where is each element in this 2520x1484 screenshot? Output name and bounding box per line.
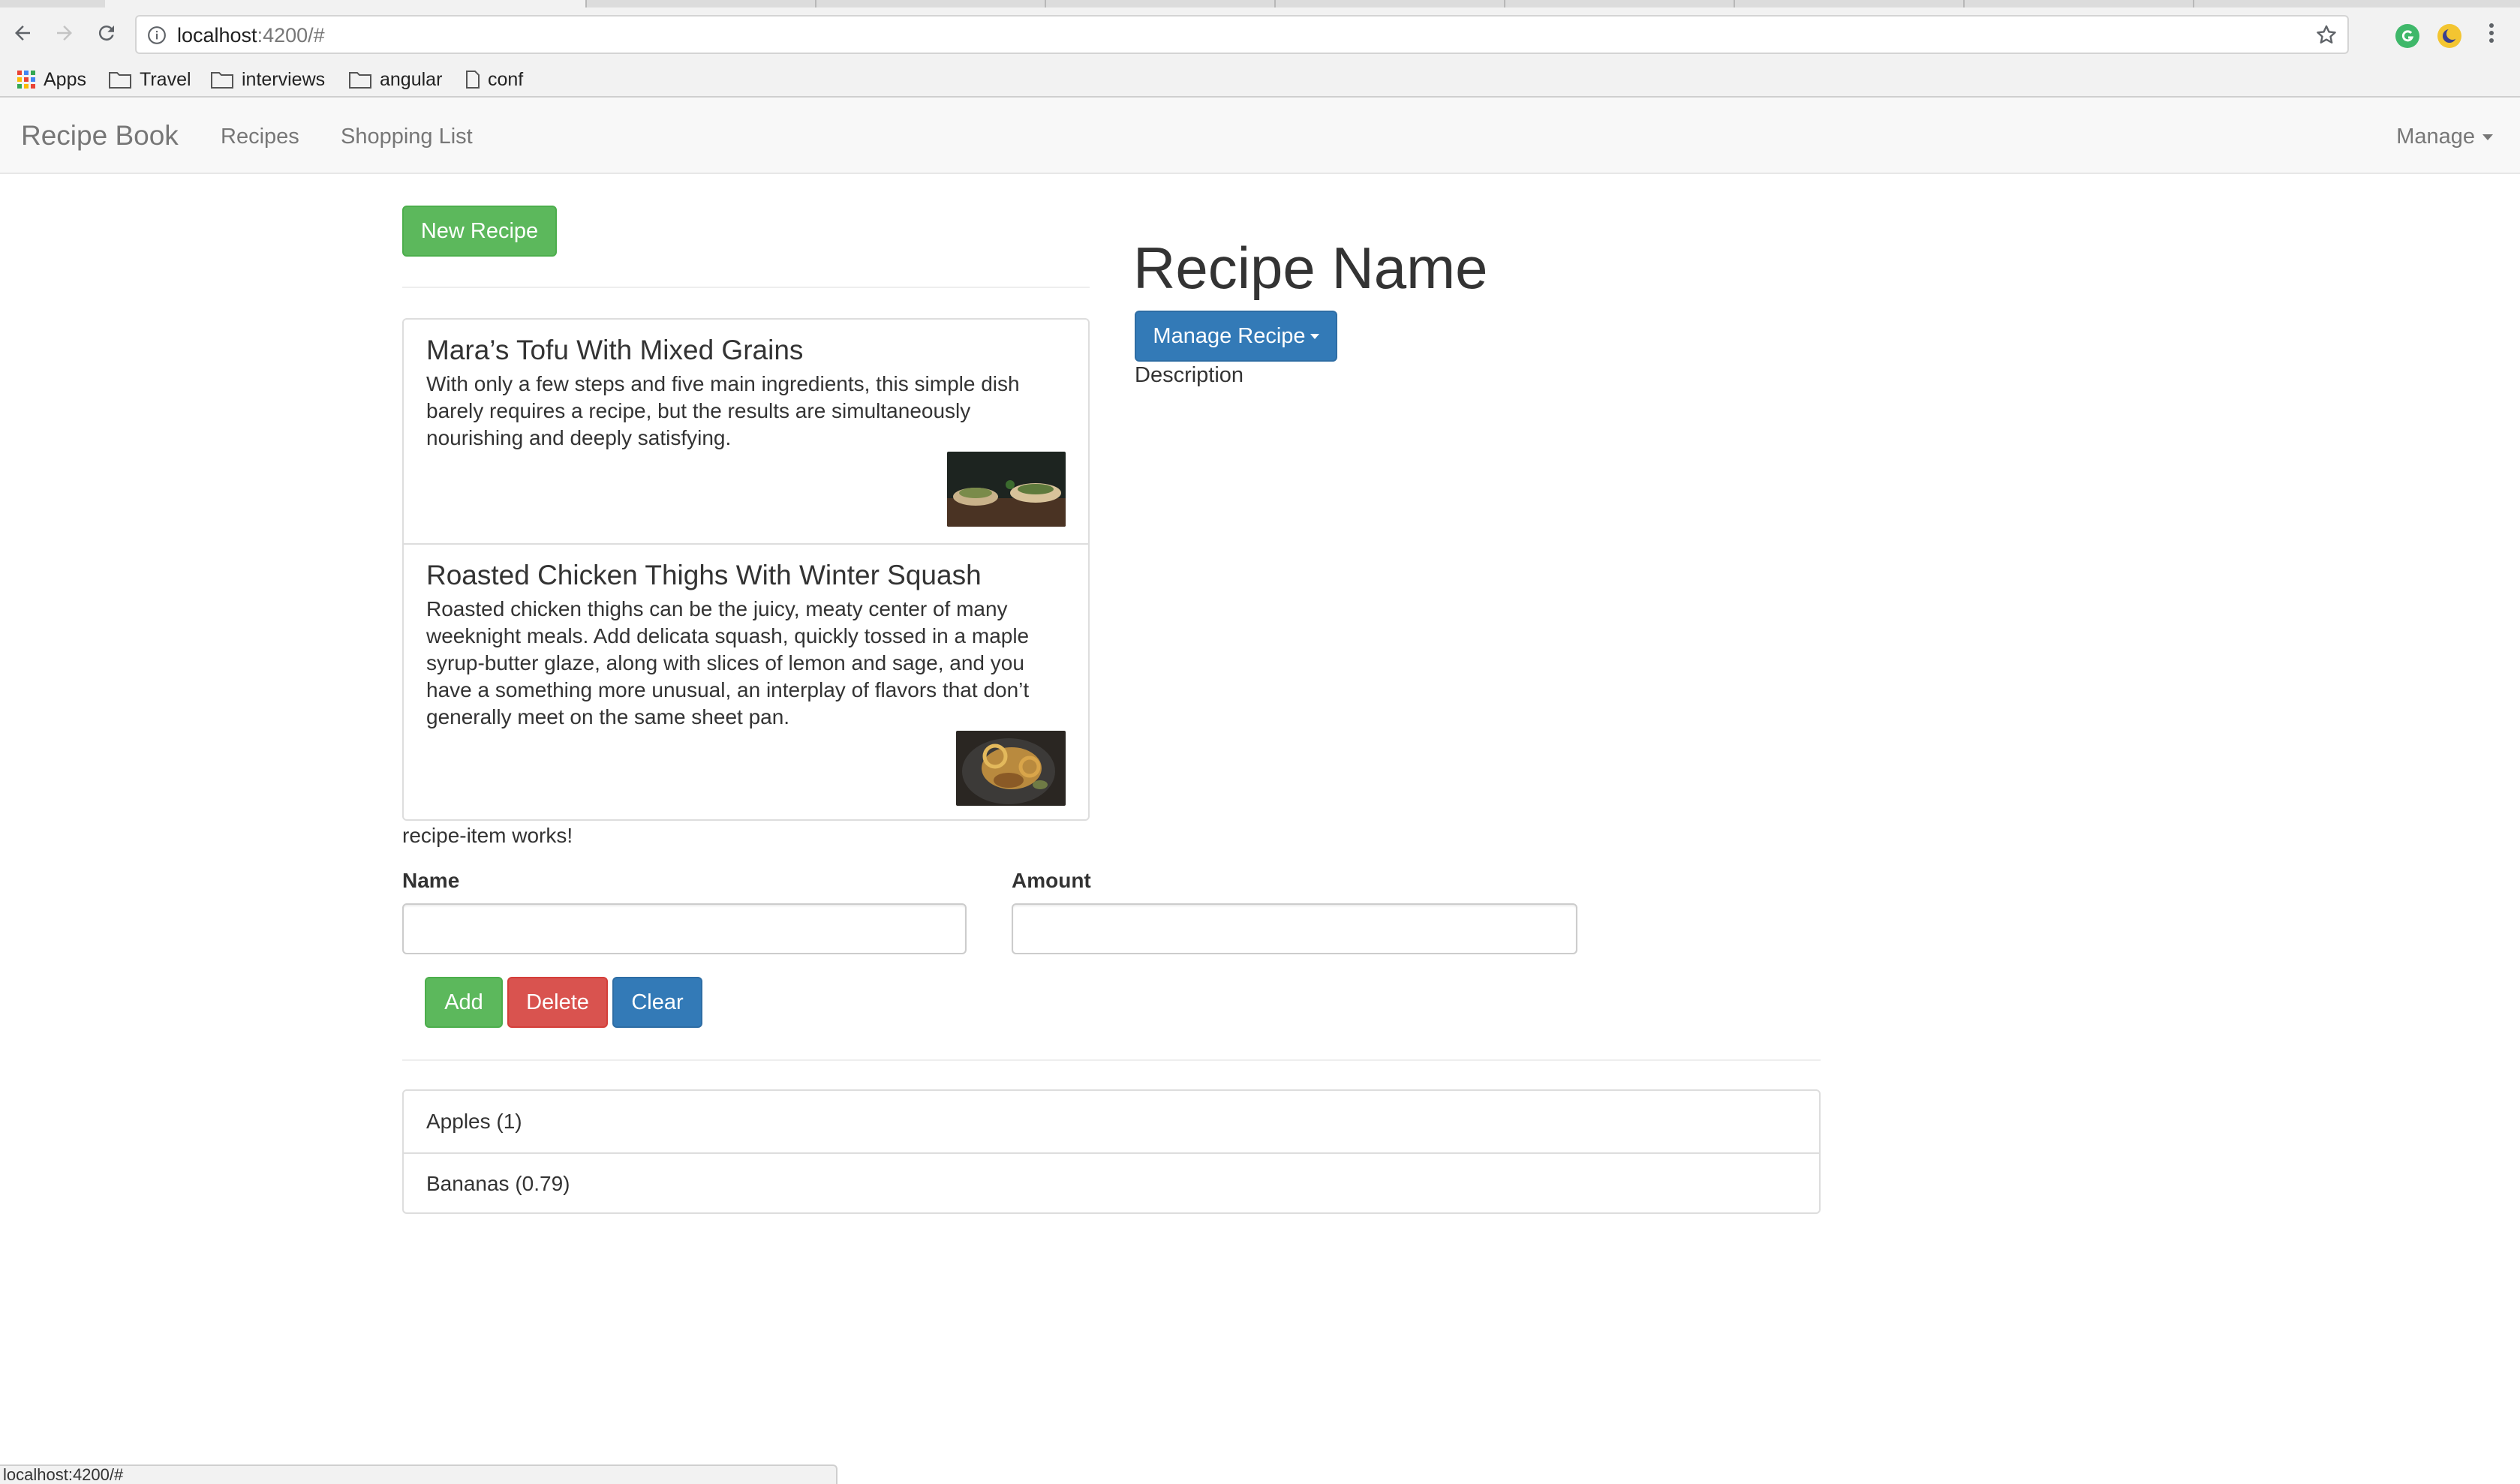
bookmark-interviews[interactable]: interviews (210, 66, 325, 93)
recipe-description-text: Description (1135, 363, 1244, 387)
url-host: localhost (177, 24, 257, 47)
bookmark-label: Travel (140, 68, 191, 90)
recipe-thumbnail (947, 452, 1066, 527)
name-label: Name (402, 869, 460, 892)
bookmark-star-icon[interactable] (2314, 23, 2338, 51)
tab-divider (1045, 0, 1046, 8)
bookmark-label: Apps (44, 68, 86, 90)
recipe-title: Roasted Chicken Thighs With Winter Squas… (426, 560, 982, 590)
browser-toolbar: localhost:4200/# (0, 8, 2520, 62)
recipe-list-item[interactable]: Mara’s Tofu With Mixed Grains With only … (404, 320, 1088, 543)
bookmark-label: angular (380, 68, 443, 90)
folder-icon (348, 70, 372, 89)
browser-status-bar: localhost:4200/# (0, 1464, 837, 1484)
tab-divider (1504, 0, 1505, 8)
night-mode-extension-icon[interactable] (2437, 24, 2461, 48)
reload-icon (98, 26, 114, 41)
url-path: :4200/# (257, 24, 325, 47)
manage-recipe-dropdown[interactable]: Manage Recipe (1135, 311, 1337, 362)
arrow-right-icon (57, 26, 72, 41)
recipe-item-works-text: recipe-item works! (402, 824, 573, 847)
manage-recipe-label: Manage Recipe (1153, 323, 1306, 348)
tab-divider (2193, 0, 2194, 8)
bookmark-conf[interactable]: conf (465, 66, 523, 93)
clear-button[interactable]: Clear (612, 977, 702, 1028)
name-input[interactable] (402, 903, 967, 954)
divider (402, 1059, 1821, 1061)
caret-down-icon (2482, 134, 2493, 140)
recipe-title: Mara’s Tofu With Mixed Grains (426, 335, 804, 365)
reload-button[interactable] (92, 18, 122, 48)
tab-divider (585, 0, 587, 8)
kebab-menu-icon (2489, 23, 2494, 43)
bookmarks-bar: Apps Travel interviews angular conf (0, 62, 2520, 98)
nav-link-recipes[interactable]: Recipes (221, 125, 299, 149)
page-icon (465, 70, 480, 89)
recipe-name-heading: Recipe Name (1133, 235, 1488, 301)
recipe-description: With only a few steps and five main ingr… (426, 372, 1020, 449)
tab-divider (1963, 0, 1965, 8)
url-text[interactable]: localhost:4200/# (177, 24, 325, 47)
tab-divider (1734, 0, 1735, 8)
amount-label: Amount (1012, 869, 1091, 892)
bookmark-angular[interactable]: angular (348, 66, 442, 93)
forward-button[interactable] (50, 18, 80, 48)
recipe-description: Roasted chicken thighs can be the juicy,… (426, 597, 1030, 728)
add-button[interactable]: Add (425, 977, 503, 1028)
bookmark-travel[interactable]: Travel (108, 66, 191, 93)
bookmark-apps[interactable]: Apps (17, 66, 86, 93)
active-tab[interactable] (105, 0, 585, 8)
shopping-list: Apples (1) Bananas (0.79) (402, 1089, 1821, 1214)
caret-down-icon (1310, 333, 1319, 339)
shopping-list-item[interactable]: Bananas (0.79) (404, 1152, 1819, 1214)
manage-dropdown[interactable]: Manage (2396, 125, 2493, 149)
divider (402, 287, 1090, 288)
arrow-left-icon (15, 26, 30, 41)
new-recipe-button[interactable]: New Recipe (402, 206, 557, 257)
nav-link-shopping-list[interactable]: Shopping List (341, 125, 473, 149)
browser-tabstrip (0, 0, 2520, 8)
browser-menu-button[interactable] (2476, 18, 2506, 48)
recipe-list: Mara’s Tofu With Mixed Grains With only … (402, 318, 1090, 821)
folder-icon (210, 70, 234, 89)
recipe-thumbnail (956, 731, 1066, 806)
navbar-brand[interactable]: Recipe Book (21, 120, 179, 152)
back-button[interactable] (8, 18, 38, 48)
info-icon[interactable] (147, 26, 167, 49)
apps-grid-icon (17, 70, 36, 89)
bookmark-label: interviews (242, 68, 326, 90)
manage-label: Manage (2396, 125, 2475, 149)
address-bar[interactable]: localhost:4200/# (135, 15, 2349, 54)
folder-icon (108, 70, 132, 89)
grammarly-extension-icon[interactable] (2395, 24, 2419, 48)
recipe-list-item[interactable]: Roasted Chicken Thighs With Winter Squas… (404, 543, 1088, 819)
bookmark-label: conf (488, 68, 524, 90)
delete-button[interactable]: Delete (507, 977, 608, 1028)
shopping-list-item[interactable]: Apples (1) (404, 1091, 1819, 1152)
tab-divider (815, 0, 816, 8)
amount-input[interactable] (1012, 903, 1577, 954)
app-navbar: Recipe Book Recipes Shopping List Manage (0, 98, 2520, 174)
tab-divider (1274, 0, 1276, 8)
